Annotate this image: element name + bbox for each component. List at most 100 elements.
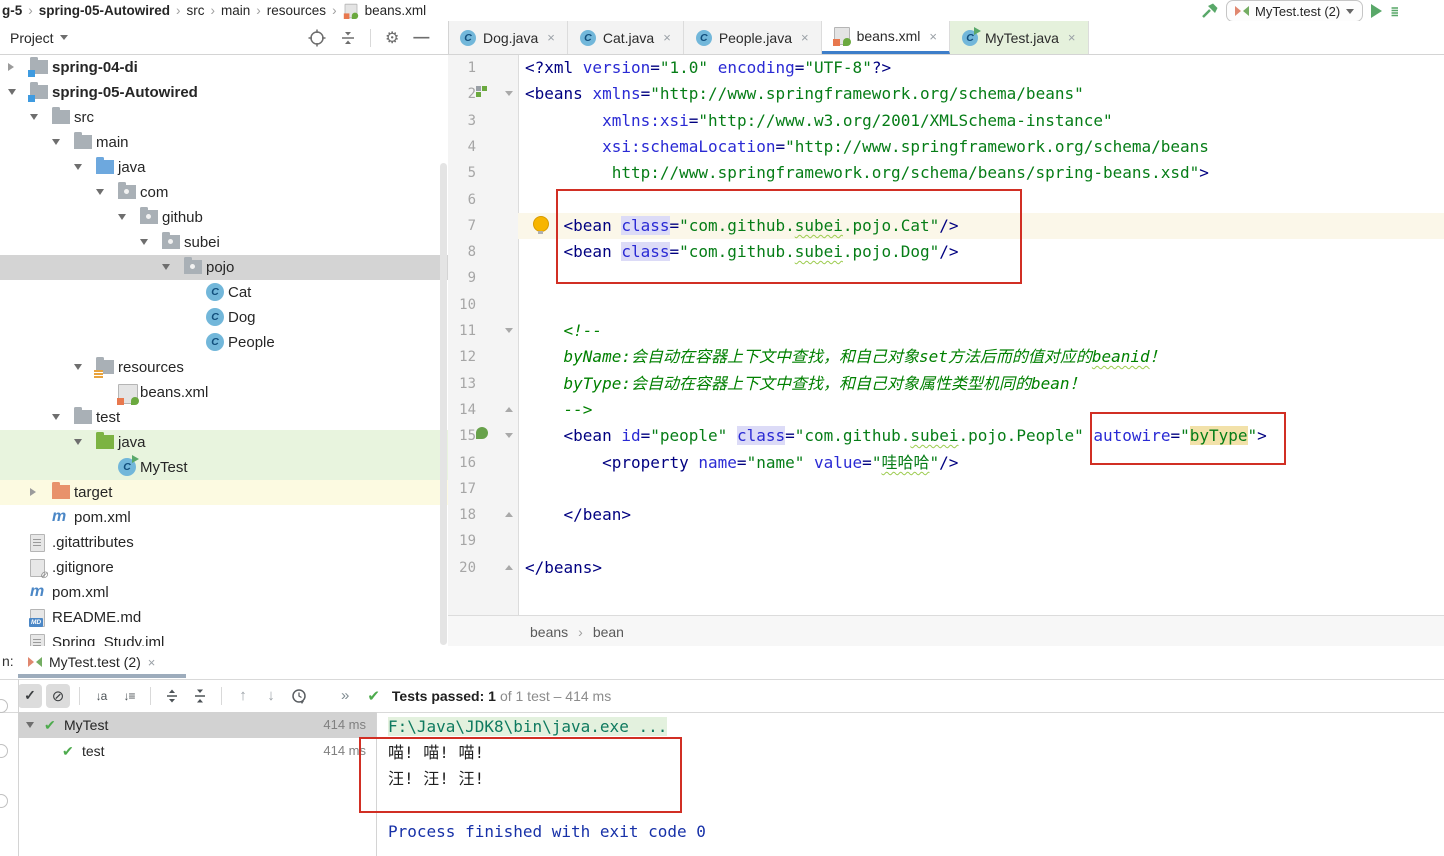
tree-item-cat[interactable]: Cat bbox=[0, 280, 448, 305]
fold-marker-icon[interactable] bbox=[505, 512, 513, 517]
fold-marker-icon[interactable] bbox=[505, 328, 513, 333]
chevron-right-icon[interactable] bbox=[30, 488, 36, 496]
tab-beans-xml[interactable]: beans.xml × bbox=[821, 21, 950, 54]
code-line[interactable]: 1 <?xml version="1.0" encoding="UTF-8"?> bbox=[448, 55, 1444, 81]
hide-panel-icon[interactable]: — bbox=[413, 29, 429, 47]
sort-by-duration-button[interactable] bbox=[117, 684, 141, 708]
chevron-down-icon[interactable] bbox=[118, 214, 126, 220]
tree-item-java-main[interactable]: java bbox=[0, 155, 448, 180]
test-history-clock-icon[interactable] bbox=[287, 684, 311, 708]
breadcrumb-module[interactable]: spring-05-Autowired bbox=[39, 3, 170, 18]
code-line[interactable]: 18 </bean> bbox=[448, 502, 1444, 528]
chevron-down-icon[interactable] bbox=[30, 114, 38, 120]
collapse-all-icon[interactable] bbox=[340, 30, 356, 46]
sort-alphabetically-button[interactable] bbox=[89, 684, 113, 708]
tree-item-gitattributes[interactable]: .gitattributes bbox=[0, 530, 448, 555]
close-icon[interactable]: × bbox=[148, 655, 156, 670]
coverage-icon[interactable]: ≣ bbox=[1390, 2, 1398, 20]
tab-cat-java[interactable]: Cat.java × bbox=[567, 21, 684, 54]
code-line[interactable]: 17 bbox=[448, 476, 1444, 502]
tree-item-test[interactable]: test bbox=[0, 405, 448, 430]
chevron-down-icon[interactable] bbox=[96, 189, 104, 195]
tree-item-github[interactable]: github bbox=[0, 205, 448, 230]
console-line-system[interactable]: Process finished with exit code 0 bbox=[388, 819, 706, 845]
tree-item-src[interactable]: src bbox=[0, 105, 448, 130]
chevron-down-icon[interactable] bbox=[52, 139, 60, 145]
code-line[interactable]: 16 <property name="name" value="哇哈哈"/> bbox=[448, 450, 1444, 476]
close-icon[interactable]: × bbox=[929, 29, 937, 44]
expand-all-button[interactable] bbox=[160, 684, 184, 708]
more-toolbar-icon[interactable]: » bbox=[341, 687, 349, 704]
close-icon[interactable]: × bbox=[663, 30, 671, 45]
breadcrumb-src[interactable]: src bbox=[187, 3, 205, 18]
tree-item-people[interactable]: People bbox=[0, 330, 448, 355]
tree-item-target[interactable]: target bbox=[0, 480, 448, 505]
test-tree-row-mytest[interactable]: MyTest 414 ms bbox=[18, 712, 376, 738]
tree-item-readme-md[interactable]: README.md bbox=[0, 605, 448, 630]
tab-people-java[interactable]: People.java × bbox=[683, 21, 822, 54]
breadcrumb-project[interactable]: g-5 bbox=[2, 3, 22, 18]
code-line[interactable]: 2 <beans xmlns="http://www.springframewor… bbox=[448, 81, 1444, 107]
run-configuration-select[interactable]: MyTest.test (2) bbox=[1226, 0, 1364, 22]
tree-item-main[interactable]: main bbox=[0, 130, 448, 155]
build-hammer-icon[interactable] bbox=[1200, 2, 1218, 20]
previous-failed-test-button[interactable] bbox=[231, 684, 255, 708]
fold-marker-icon[interactable] bbox=[505, 433, 513, 438]
tree-item-spring-04-di[interactable]: spring-04-di bbox=[0, 55, 448, 80]
spring-gutter-icon[interactable] bbox=[476, 86, 488, 98]
show-passed-toggle[interactable] bbox=[18, 683, 42, 708]
code-line[interactable]: 20 </beans> bbox=[448, 555, 1444, 581]
code-line[interactable]: 4 xsi:schemaLocation="http://www.springf… bbox=[448, 134, 1444, 160]
show-ignored-toggle[interactable] bbox=[46, 683, 70, 708]
chevron-down-icon[interactable] bbox=[8, 89, 16, 95]
tree-item-dog[interactable]: Dog bbox=[0, 305, 448, 330]
breadcrumb-file[interactable]: beans.xml bbox=[365, 3, 427, 18]
test-tree-row-test[interactable]: test 414 ms bbox=[18, 738, 376, 764]
breadcrumb-beans[interactable]: beans bbox=[530, 624, 568, 640]
breadcrumb-resources[interactable]: resources bbox=[267, 3, 326, 18]
tree-item-pojo[interactable]: pojo bbox=[0, 255, 448, 280]
tab-mytest-java[interactable]: MyTest.java × bbox=[949, 21, 1089, 54]
chevron-down-icon[interactable] bbox=[26, 722, 34, 728]
tree-item-gitignore[interactable]: .gitignore bbox=[0, 555, 448, 581]
fold-marker-icon[interactable] bbox=[505, 407, 513, 412]
spring-bean-gutter-icon[interactable] bbox=[476, 427, 488, 439]
intention-bulb-icon[interactable] bbox=[533, 216, 549, 234]
locate-file-icon[interactable] bbox=[308, 29, 326, 47]
tree-item-spring-05-autowired[interactable]: spring-05-Autowired bbox=[0, 80, 448, 105]
tree-item-subei[interactable]: subei bbox=[0, 230, 448, 255]
code-editor[interactable]: 1 <?xml version="1.0" encoding="UTF-8"?> … bbox=[448, 55, 1444, 615]
code-line[interactable]: 10 bbox=[448, 292, 1444, 318]
tree-item-beans-xml[interactable]: beans.xml bbox=[0, 380, 448, 405]
chevron-down-icon[interactable] bbox=[74, 164, 82, 170]
chevron-down-icon[interactable] bbox=[74, 439, 82, 445]
code-line[interactable]: 12 byName:会自动在容器上下文中查找，和自己对象set方法后而的值对应的… bbox=[448, 344, 1444, 370]
tree-item-com[interactable]: com bbox=[0, 180, 448, 205]
fold-marker-icon[interactable] bbox=[505, 565, 513, 570]
code-line[interactable]: 5 http://www.springframework.org/schema/… bbox=[448, 160, 1444, 186]
tree-item-java-test[interactable]: java bbox=[0, 430, 448, 455]
breadcrumb-bean[interactable]: bean bbox=[593, 624, 624, 640]
chevron-down-icon[interactable] bbox=[74, 364, 82, 370]
code-line[interactable]: 11 <!-- bbox=[448, 318, 1444, 344]
code-line[interactable]: 14 --> bbox=[448, 397, 1444, 423]
next-failed-test-button[interactable] bbox=[259, 684, 283, 708]
gear-icon[interactable]: ⚙ bbox=[385, 28, 399, 48]
tree-scrollbar[interactable] bbox=[440, 163, 447, 645]
chevron-down-icon[interactable] bbox=[140, 239, 148, 245]
close-icon[interactable]: × bbox=[547, 30, 555, 45]
run-button[interactable] bbox=[1371, 4, 1383, 18]
chevron-down-icon[interactable] bbox=[162, 264, 170, 270]
tree-item-pom-xml-module[interactable]: pom.xml bbox=[0, 505, 448, 530]
breadcrumb-main[interactable]: main bbox=[221, 3, 250, 18]
tab-dog-java[interactable]: Dog.java × bbox=[448, 21, 568, 54]
fold-marker-icon[interactable] bbox=[505, 91, 513, 96]
code-line[interactable]: 13 byType:会自动在容器上下文中查找，和自己对象属性类型机同的bean！ bbox=[448, 371, 1444, 397]
close-icon[interactable]: × bbox=[801, 30, 809, 45]
chevron-down-icon[interactable] bbox=[52, 414, 60, 420]
code-line[interactable]: 3 xmlns:xsi="http://www.w3.org/2001/XMLS… bbox=[448, 108, 1444, 134]
collapse-all-button[interactable] bbox=[188, 684, 212, 708]
code-line[interactable]: 19 bbox=[448, 528, 1444, 554]
project-panel-title[interactable]: Project bbox=[10, 30, 68, 46]
code-line[interactable]: 15 <bean id="people" class="com.github.s… bbox=[448, 423, 1444, 449]
